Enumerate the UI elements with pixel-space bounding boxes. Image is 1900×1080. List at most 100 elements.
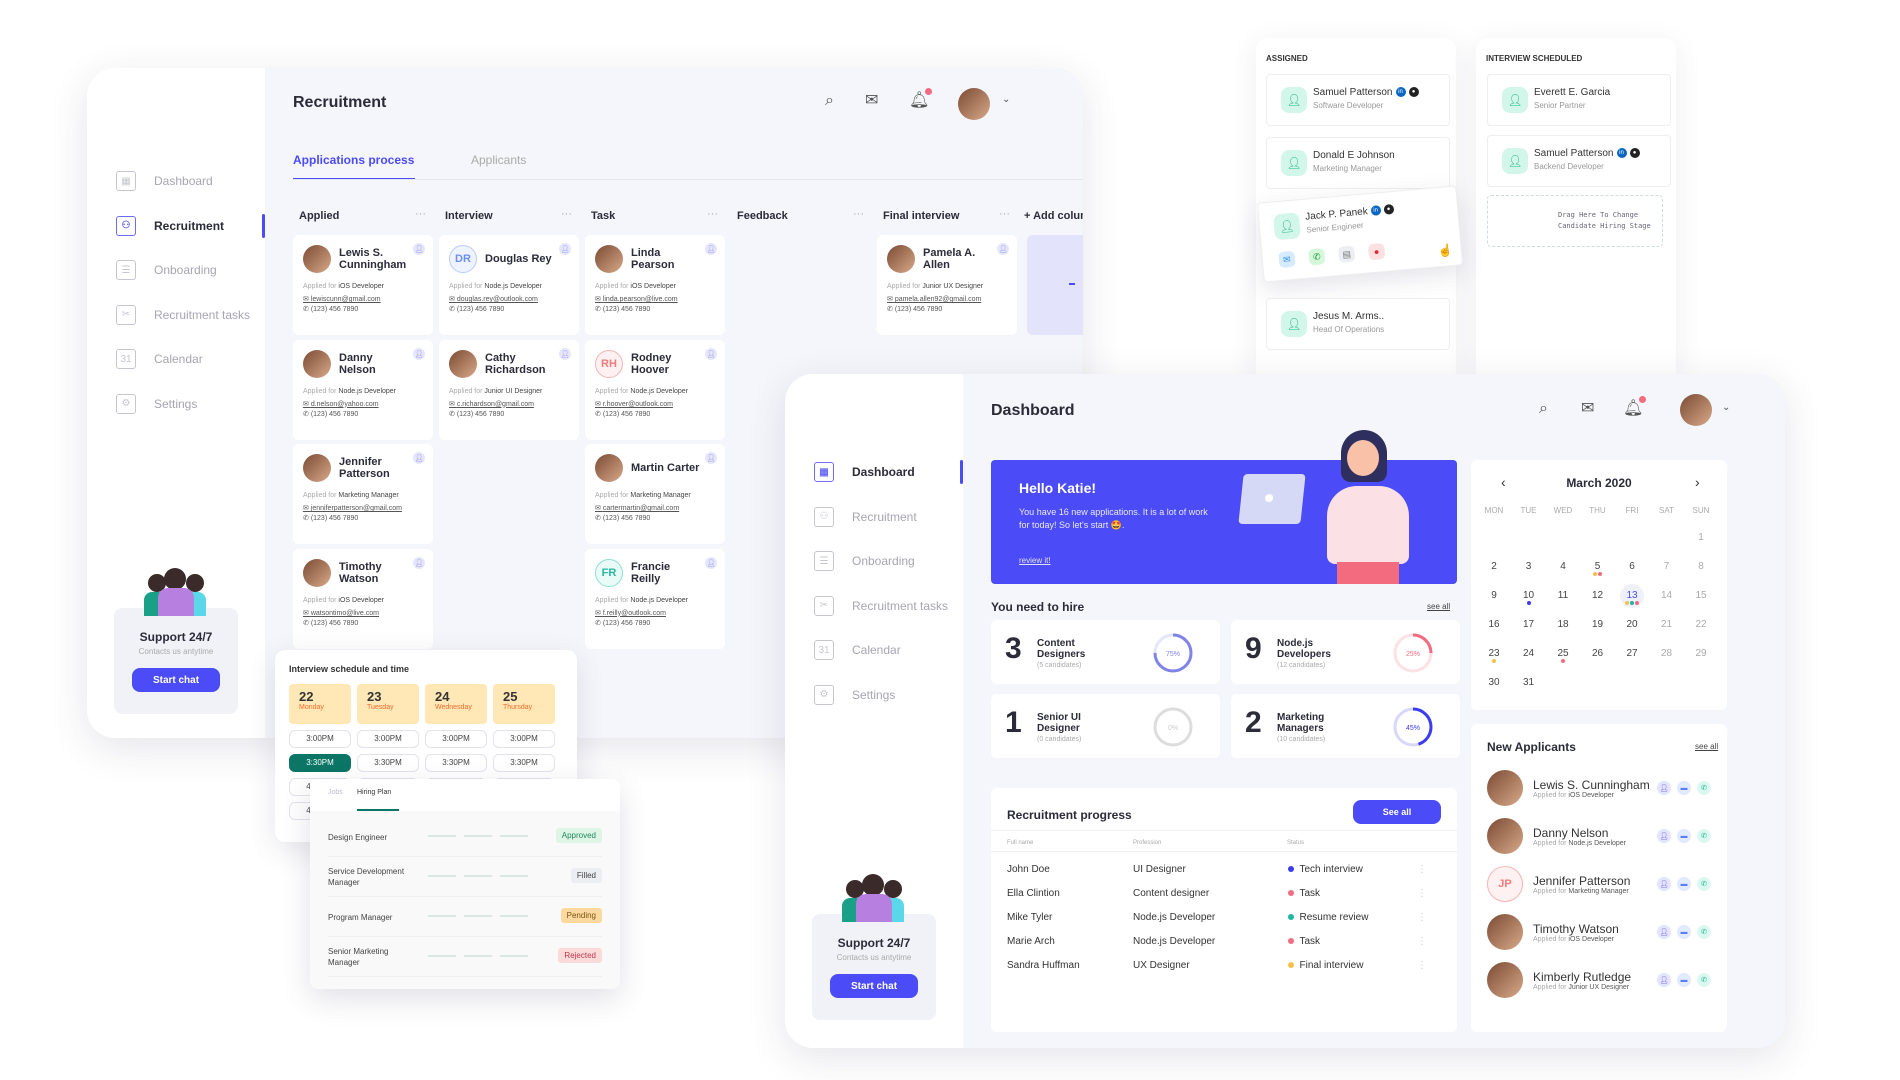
message-icon[interactable]: ▬ — [1677, 925, 1691, 939]
calendar-day[interactable]: 18 — [1548, 619, 1578, 630]
time-slot[interactable]: 3:30PM — [493, 754, 555, 772]
candidate-card[interactable]: Pamela A. Allen Applied for Junior UX De… — [877, 235, 1017, 335]
candidate-card[interactable]: Cathy Richardson Applied for Junior UI D… — [439, 339, 579, 440]
calendar-day[interactable]: 16 — [1479, 619, 1509, 630]
assign-user-icon[interactable]: 👤︎ — [413, 452, 425, 464]
start-chat-button[interactable]: Start chat — [132, 668, 220, 692]
next-month-button[interactable]: › — [1695, 474, 1700, 490]
sidebar-item-settings[interactable]: ⚙ Settings — [116, 393, 197, 414]
table-row[interactable]: John Doe UI Designer Tech interview ⋮ — [1007, 864, 1441, 875]
table-row[interactable]: Mike Tyler Node.js Developer Resume revi… — [1007, 912, 1441, 923]
message-icon[interactable]: ▬ — [1677, 829, 1691, 843]
applicant-item[interactable]: JP Jennifer Patterson Applied for Market… — [1487, 866, 1630, 902]
calendar-day[interactable]: 15 — [1686, 590, 1716, 601]
calendar-day[interactable]: 3 — [1514, 561, 1544, 572]
assign-user-icon[interactable]: 👤︎ — [559, 347, 571, 360]
see-all-button[interactable]: See all — [1353, 800, 1441, 824]
row-menu-icon[interactable]: ⋮ — [1417, 864, 1427, 875]
github-icon[interactable]: ● — [1629, 148, 1640, 159]
schedule-day[interactable]: 22 Monday — [289, 684, 351, 724]
calendar-day[interactable]: 17 — [1514, 619, 1544, 630]
hiring-plan-row[interactable]: Senior Marketing Manager Rejected — [328, 937, 602, 977]
assign-user-icon[interactable]: 👤︎ — [413, 243, 425, 255]
review-link[interactable]: review it! — [1019, 556, 1051, 565]
assign-user-icon[interactable]: 👤︎ — [1657, 781, 1671, 795]
column-menu-icon[interactable]: ··· — [853, 208, 864, 220]
calendar-day[interactable]: 13 — [1617, 584, 1647, 608]
candidate-card[interactable]: Martin Carter Applied for Marketing Mana… — [585, 444, 725, 544]
calendar-day[interactable]: 30 — [1479, 677, 1509, 688]
assign-user-icon[interactable]: 👤︎ — [705, 556, 717, 569]
sidebar-item-recruitment[interactable]: ⚇ Recruitment — [116, 215, 224, 236]
row-menu-icon[interactable]: ⋮ — [1417, 912, 1427, 923]
applicant-item[interactable]: Kimberly Rutledge Applied for Junior UX … — [1487, 962, 1631, 998]
column-menu-icon[interactable]: ··· — [707, 208, 718, 220]
calendar-day[interactable]: 12 — [1583, 590, 1613, 601]
assign-user-icon[interactable]: 👤︎ — [705, 243, 717, 255]
candidate-email[interactable]: ✉ douglas.rey@outlook.com — [449, 295, 569, 303]
calendar-day[interactable]: 10 — [1514, 590, 1544, 605]
assign-user-icon[interactable]: 👤︎ — [413, 556, 425, 569]
assign-user-icon[interactable]: 👤︎ — [1657, 925, 1671, 939]
candidate-card[interactable]: Jennifer Patterson Applied for Marketing… — [293, 444, 433, 544]
table-row[interactable]: Sandra Huffman UX Designer Final intervi… — [1007, 960, 1441, 971]
time-slot[interactable]: 3:00PM — [493, 730, 555, 748]
candidate-email[interactable]: ✉ jenniferpatterson@gmail.com — [303, 504, 423, 512]
calendar-day[interactable]: 25 — [1548, 648, 1578, 663]
column-menu-icon[interactable]: ··· — [415, 208, 426, 220]
task-candidate-card[interactable]: 👤︎ Everett E. Garcia Senior Partner — [1487, 74, 1671, 126]
assign-user-icon[interactable]: 👤︎ — [1657, 973, 1671, 987]
linkedin-icon[interactable]: in — [1616, 148, 1627, 159]
calendar-day[interactable]: 21 — [1652, 619, 1682, 630]
message-icon[interactable]: ▬ — [1677, 781, 1691, 795]
time-slot[interactable]: 3:00PM — [289, 730, 351, 748]
hiring-plan-row[interactable]: Service Development Manager Filled — [328, 857, 602, 897]
assign-user-icon[interactable]: 👤︎ — [413, 347, 425, 360]
candidate-email[interactable]: ✉ cartermartin@gmail.com — [595, 504, 715, 512]
hire-card[interactable]: 3 Content Designers (5 candidates) 75% — [991, 620, 1220, 684]
applicant-item[interactable]: Timothy Watson Applied for iOS Developer — [1487, 914, 1619, 950]
task-candidate-card[interactable]: 👤︎ Samuel Patterson in ● Software Developer — [1266, 74, 1450, 126]
github-icon[interactable]: ● — [1383, 204, 1395, 216]
sidebar-item-onboarding[interactable]: ☰ Onboarding — [814, 551, 915, 571]
phone-icon[interactable]: ✆ — [1308, 248, 1326, 266]
hiring-plan-row[interactable]: Design Engineer Approved — [328, 817, 602, 857]
row-menu-icon[interactable]: ⋮ — [1417, 960, 1427, 971]
sidebar-item-dashboard[interactable]: ▦ Dashboard — [116, 171, 213, 191]
user-avatar[interactable] — [958, 88, 990, 120]
row-menu-icon[interactable]: ⋮ — [1417, 936, 1427, 947]
new-applicants-see-all[interactable]: see all — [1695, 742, 1718, 751]
sidebar-item-calendar[interactable]: 31 Calendar — [116, 349, 203, 369]
assign-user-icon[interactable]: 👤︎ — [705, 452, 717, 464]
sidebar-item-recruitment-tasks[interactable]: ✂ Recruitment tasks — [814, 595, 948, 616]
candidate-card[interactable]: RH Rodney Hoover Applied for Node.js Deve… — [585, 339, 725, 440]
calendar-day[interactable]: 14 — [1652, 590, 1682, 601]
candidate-card[interactable]: FR Francie Reilly Applied for Node.js Dev… — [585, 548, 725, 649]
candidate-email[interactable]: ✉ lewiscunn@gmail.com — [303, 295, 423, 303]
hire-card[interactable]: 9 Node.js Developers (12 candidates) 25% — [1231, 620, 1460, 684]
time-slot[interactable]: 3:30PM — [357, 754, 419, 772]
table-row[interactable]: Marie Arch Node.js Developer Task ⋮ — [1007, 936, 1441, 947]
calendar-day[interactable]: 9 — [1479, 590, 1509, 601]
candidate-email[interactable]: ✉ c.richardson@gmail.com — [449, 400, 569, 408]
search-icon[interactable]: ⌕ — [825, 92, 834, 110]
column-menu-icon[interactable]: ··· — [561, 208, 572, 220]
candidate-email[interactable]: ✉ watsontimo@live.com — [303, 609, 423, 617]
calendar-day[interactable]: 22 — [1686, 619, 1716, 630]
message-icon[interactable]: ▬ — [1677, 973, 1691, 987]
mail-icon[interactable]: ✉ — [1278, 250, 1296, 269]
add-column-button[interactable]: + Add column — [1024, 210, 1083, 222]
applicant-item[interactable]: Danny Nelson Applied for Node.js Develop… — [1487, 818, 1626, 854]
calendar-day[interactable]: 5 — [1583, 561, 1613, 576]
candidate-card[interactable]: Linda Pearson Applied for iOS Developer … — [585, 235, 725, 335]
sidebar-item-recruitment[interactable]: ⚇ Recruitment — [814, 506, 917, 527]
tab-hiring-plan[interactable]: Hiring Plan — [357, 789, 391, 796]
tab-jobs[interactable]: Jobs — [328, 789, 343, 796]
calendar-day[interactable]: 27 — [1617, 648, 1647, 659]
start-chat-button[interactable]: Start chat — [830, 974, 918, 998]
tab-applicants[interactable]: Applicants — [471, 153, 526, 167]
phone-icon[interactable]: ✆ — [1697, 925, 1711, 939]
table-row[interactable]: Ella Clintion Content designer Task ⋮ — [1007, 888, 1441, 899]
candidate-email[interactable]: ✉ f.reilly@outlook.com — [595, 609, 715, 617]
drag-hand-icon[interactable]: ☝ — [1437, 243, 1453, 258]
